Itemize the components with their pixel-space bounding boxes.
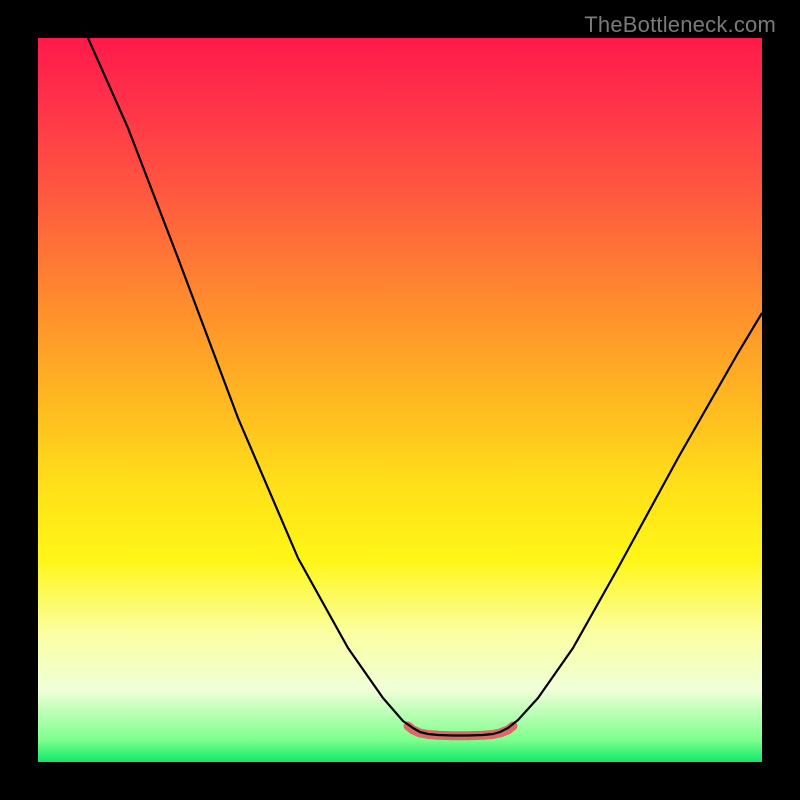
- flat-region-highlight: [408, 726, 513, 736]
- chart-container: TheBottleneck.com: [0, 0, 800, 800]
- curve-svg: [38, 38, 762, 762]
- watermark-text: TheBottleneck.com: [584, 12, 776, 38]
- plot-area: [38, 38, 762, 762]
- bottleneck-curve: [88, 38, 762, 736]
